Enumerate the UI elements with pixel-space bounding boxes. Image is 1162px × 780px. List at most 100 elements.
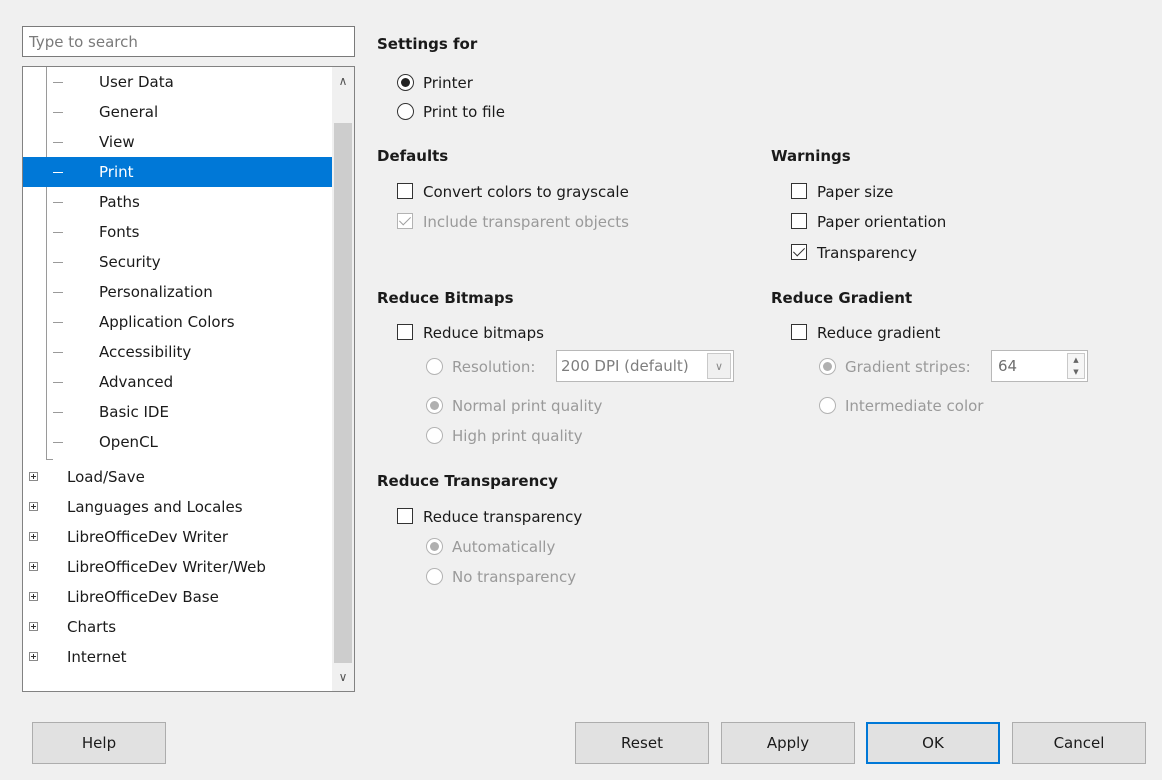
high-quality-label: High print quality: [452, 427, 583, 445]
gradient-stripes-value: 64: [998, 357, 1018, 375]
printer-label: Printer: [423, 74, 473, 92]
checkbox-icon[interactable]: [791, 213, 807, 229]
tree-item-label: Application Colors: [99, 313, 235, 331]
tree-item-label: View: [99, 133, 135, 151]
tree-item-label: Languages and Locales: [67, 498, 243, 516]
tree-item-fonts[interactable]: Fonts: [23, 217, 333, 247]
expand-icon[interactable]: [29, 502, 38, 511]
gradient-stripes-spinner[interactable]: 64 ▲ ▼: [991, 350, 1088, 382]
tree-item-label: Load/Save: [67, 468, 145, 486]
tree-item-security[interactable]: Security: [23, 247, 333, 277]
tree-item-writer[interactable]: LibreOfficeDev Writer: [23, 522, 333, 552]
tree-item-writer-web[interactable]: LibreOfficeDev Writer/Web: [23, 552, 333, 582]
tree-item-basic-ide[interactable]: Basic IDE: [23, 397, 333, 427]
tree-item-label: Internet: [67, 648, 127, 666]
tree-item-load-save[interactable]: Load/Save: [23, 462, 333, 492]
tree-item-charts[interactable]: Charts: [23, 612, 333, 642]
scroll-up-icon[interactable]: ∧: [332, 67, 354, 95]
tree-item-base[interactable]: LibreOfficeDev Base: [23, 582, 333, 612]
checkbox-icon[interactable]: [397, 213, 413, 229]
tree-item-paths[interactable]: Paths: [23, 187, 333, 217]
defaults-heading: Defaults: [377, 147, 449, 165]
tree-item-label: Accessibility: [99, 343, 192, 361]
options-tree[interactable]: User Data General View Print Paths Fonts…: [22, 66, 355, 692]
expand-icon[interactable]: [29, 652, 38, 661]
gradient-stripes-label: Gradient stripes:: [845, 358, 971, 376]
include-transparent-label: Include transparent objects: [423, 213, 629, 231]
warnings-heading: Warnings: [771, 147, 851, 165]
resolution-value: 200 DPI (default): [561, 357, 689, 375]
tree-item-internet[interactable]: Internet: [23, 642, 333, 672]
cancel-button[interactable]: Cancel: [1012, 722, 1146, 764]
reduce-bitmaps-label: Reduce bitmaps: [423, 324, 544, 342]
tree-item-view[interactable]: View: [23, 127, 333, 157]
expand-icon[interactable]: [29, 562, 38, 571]
search-input[interactable]: [22, 26, 355, 57]
resolution-label: Resolution:: [452, 358, 536, 376]
spinner-buttons: ▲ ▼: [1067, 353, 1085, 379]
scroll-down-icon[interactable]: ∨: [332, 663, 354, 691]
ok-button[interactable]: OK: [866, 722, 1000, 764]
tree-item-label: LibreOfficeDev Writer/Web: [67, 558, 266, 576]
radio-icon[interactable]: [426, 358, 443, 375]
reduce-gradient-heading: Reduce Gradient: [771, 289, 913, 307]
checkbox-icon[interactable]: [397, 324, 413, 340]
expand-icon[interactable]: [29, 472, 38, 481]
checkbox-icon[interactable]: [397, 183, 413, 199]
spin-up-icon[interactable]: ▲: [1068, 354, 1084, 366]
expand-icon[interactable]: [29, 532, 38, 541]
radio-icon[interactable]: [819, 397, 836, 414]
chevron-down-icon[interactable]: ∨: [707, 353, 731, 379]
no-transparency-label: No transparency: [452, 568, 577, 586]
tree-item-application-colors[interactable]: Application Colors: [23, 307, 333, 337]
checkbox-icon[interactable]: [791, 244, 807, 260]
radio-icon[interactable]: [426, 568, 443, 585]
tree-item-general[interactable]: General: [23, 97, 333, 127]
scroll-thumb[interactable]: [334, 123, 352, 663]
paper-orientation-label: Paper orientation: [817, 213, 947, 231]
radio-icon[interactable]: [426, 538, 443, 555]
tree-item-label: Paths: [99, 193, 140, 211]
tree-item-print[interactable]: Print: [23, 157, 333, 187]
radio-icon[interactable]: [426, 427, 443, 444]
tree-item-advanced[interactable]: Advanced: [23, 367, 333, 397]
radio-icon[interactable]: [819, 358, 836, 375]
tree-item-label: Security: [99, 253, 161, 271]
checkbox-icon[interactable]: [397, 508, 413, 524]
radio-icon[interactable]: [397, 74, 414, 91]
tree-item-accessibility[interactable]: Accessibility: [23, 337, 333, 367]
convert-grayscale-label: Convert colors to grayscale: [423, 183, 629, 201]
reset-button[interactable]: Reset: [575, 722, 709, 764]
tree-item-label: LibreOfficeDev Base: [67, 588, 219, 606]
tree-item-label: General: [99, 103, 159, 121]
tree-item-personalization[interactable]: Personalization: [23, 277, 333, 307]
reduce-bitmaps-heading: Reduce Bitmaps: [377, 289, 514, 307]
tree-item-label: OpenCL: [99, 433, 158, 451]
expand-icon[interactable]: [29, 622, 38, 631]
automatically-label: Automatically: [452, 538, 556, 556]
apply-button[interactable]: Apply: [721, 722, 855, 764]
resolution-dropdown[interactable]: 200 DPI (default) ∨: [556, 350, 734, 382]
tree-item-label: Fonts: [99, 223, 140, 241]
spin-down-icon[interactable]: ▼: [1068, 366, 1084, 378]
radio-icon[interactable]: [397, 103, 414, 120]
tree-item-label: Advanced: [99, 373, 174, 391]
tree-item-label: Charts: [67, 618, 117, 636]
tree-item-opencl[interactable]: OpenCL: [23, 427, 333, 457]
reduce-gradient-label: Reduce gradient: [817, 324, 941, 342]
tree-scrollbar[interactable]: ∧ ∨: [332, 67, 354, 691]
tree-item-label: Basic IDE: [99, 403, 169, 421]
tree-item-label: User Data: [99, 73, 174, 91]
help-button[interactable]: Help: [32, 722, 166, 764]
print-to-file-label: Print to file: [423, 103, 505, 121]
tree-item-label: LibreOfficeDev Writer: [67, 528, 229, 546]
tree-item-user-data[interactable]: User Data: [23, 67, 333, 97]
tree-item-languages[interactable]: Languages and Locales: [23, 492, 333, 522]
tree-item-label: Personalization: [99, 283, 213, 301]
tree-connector-end: [46, 459, 53, 460]
reduce-transparency-heading: Reduce Transparency: [377, 472, 558, 490]
checkbox-icon[interactable]: [791, 324, 807, 340]
radio-icon[interactable]: [426, 397, 443, 414]
expand-icon[interactable]: [29, 592, 38, 601]
checkbox-icon[interactable]: [791, 183, 807, 199]
